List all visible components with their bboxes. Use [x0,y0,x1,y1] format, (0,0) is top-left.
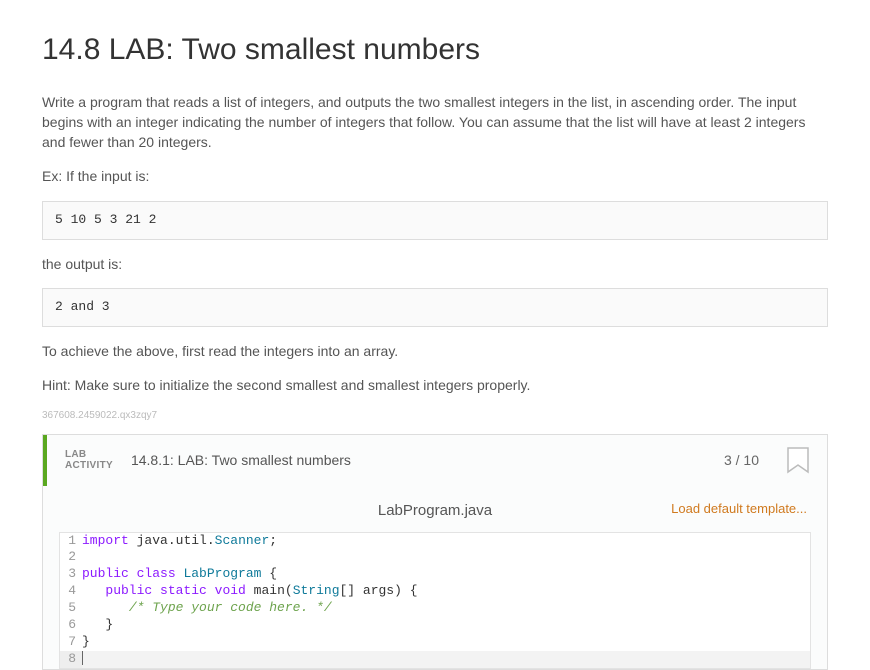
code-line[interactable]: 7} [60,634,810,651]
activity-header: LAB ACTIVITY 14.8.1: LAB: Two smallest n… [43,435,827,486]
cursor [82,651,83,665]
activity-tag: LAB ACTIVITY [65,449,113,471]
code-content[interactable] [82,549,810,566]
load-default-template-link[interactable]: Load default template... [671,500,807,519]
bookmark-icon[interactable] [787,447,809,474]
code-content[interactable]: import java.util.Scanner; [82,533,810,550]
watermark-id: 367608.2459022.qx3zqy7 [42,409,828,424]
activity-score: 3 / 10 [724,450,769,470]
code-content[interactable]: } [82,634,810,651]
instruction-array: To achieve the above, first read the int… [42,341,828,361]
line-number: 8 [60,651,82,668]
file-tab-bar: LabProgram.java Load default template... [43,486,827,532]
activity-tag-line2: ACTIVITY [65,460,113,471]
code-line[interactable]: 6 } [60,617,810,634]
line-number: 4 [60,583,82,600]
code-content[interactable]: } [82,617,810,634]
instruction-hint: Hint: Make sure to initialize the second… [42,375,828,395]
code-line[interactable]: 1import java.util.Scanner; [60,533,810,550]
example-input-label: Ex: If the input is: [42,166,828,186]
code-line[interactable]: 8 [60,651,810,668]
line-number: 2 [60,549,82,566]
line-number: 7 [60,634,82,651]
example-output: 2 and 3 [42,288,828,327]
code-line[interactable]: 3public class LabProgram { [60,566,810,583]
activity-tag-line1: LAB [65,449,113,460]
example-output-label: the output is: [42,254,828,274]
activity-title: 14.8.1: LAB: Two smallest numbers [131,450,706,470]
lab-activity-panel: LAB ACTIVITY 14.8.1: LAB: Two smallest n… [42,434,828,670]
line-number: 1 [60,533,82,550]
line-number: 6 [60,617,82,634]
page-title: 14.8 LAB: Two smallest numbers [42,28,828,72]
filename-label: LabProgram.java [378,500,492,522]
code-line[interactable]: 5 /* Type your code here. */ [60,600,810,617]
code-content[interactable]: /* Type your code here. */ [82,600,810,617]
example-input: 5 10 5 3 21 2 [42,201,828,240]
code-content[interactable]: public class LabProgram { [82,566,810,583]
line-number: 5 [60,600,82,617]
problem-intro: Write a program that reads a list of int… [42,92,828,153]
code-content[interactable] [82,651,810,668]
code-line[interactable]: 4 public static void main(String[] args)… [60,583,810,600]
code-content[interactable]: public static void main(String[] args) { [82,583,810,600]
code-line[interactable]: 2 [60,549,810,566]
line-number: 3 [60,566,82,583]
code-editor[interactable]: 1import java.util.Scanner;23public class… [59,532,811,669]
